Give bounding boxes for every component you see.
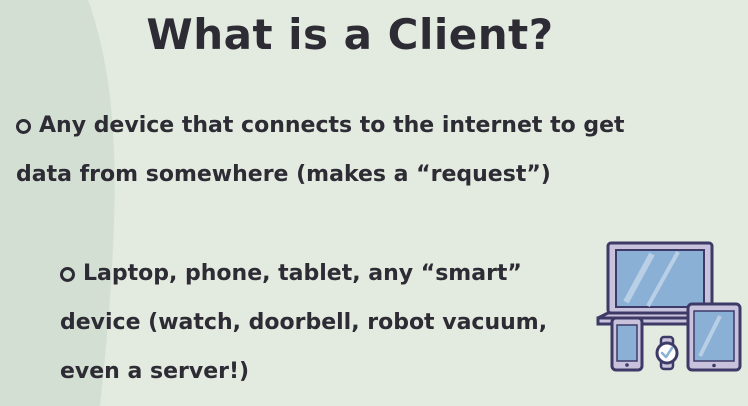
phone-icon bbox=[610, 316, 644, 372]
slide-title: What is a Client? bbox=[146, 10, 554, 59]
bullet-circle-icon bbox=[60, 267, 75, 282]
sub-bullet-1: Laptop, phone, tablet, any “smart” devic… bbox=[60, 249, 600, 396]
bullet-1-text: Any device that connects to the internet… bbox=[16, 113, 625, 187]
smartwatch-icon bbox=[655, 335, 679, 371]
slide: What is a Client? Any device that connec… bbox=[0, 0, 748, 406]
bullet-circle-icon bbox=[16, 119, 31, 134]
tablet-icon bbox=[686, 302, 742, 372]
devices-illustration bbox=[596, 241, 742, 372]
sub-bullet-1-text: Laptop, phone, tablet, any “smart” devic… bbox=[60, 261, 548, 384]
bullet-1: Any device that connects to the internet… bbox=[16, 101, 626, 199]
